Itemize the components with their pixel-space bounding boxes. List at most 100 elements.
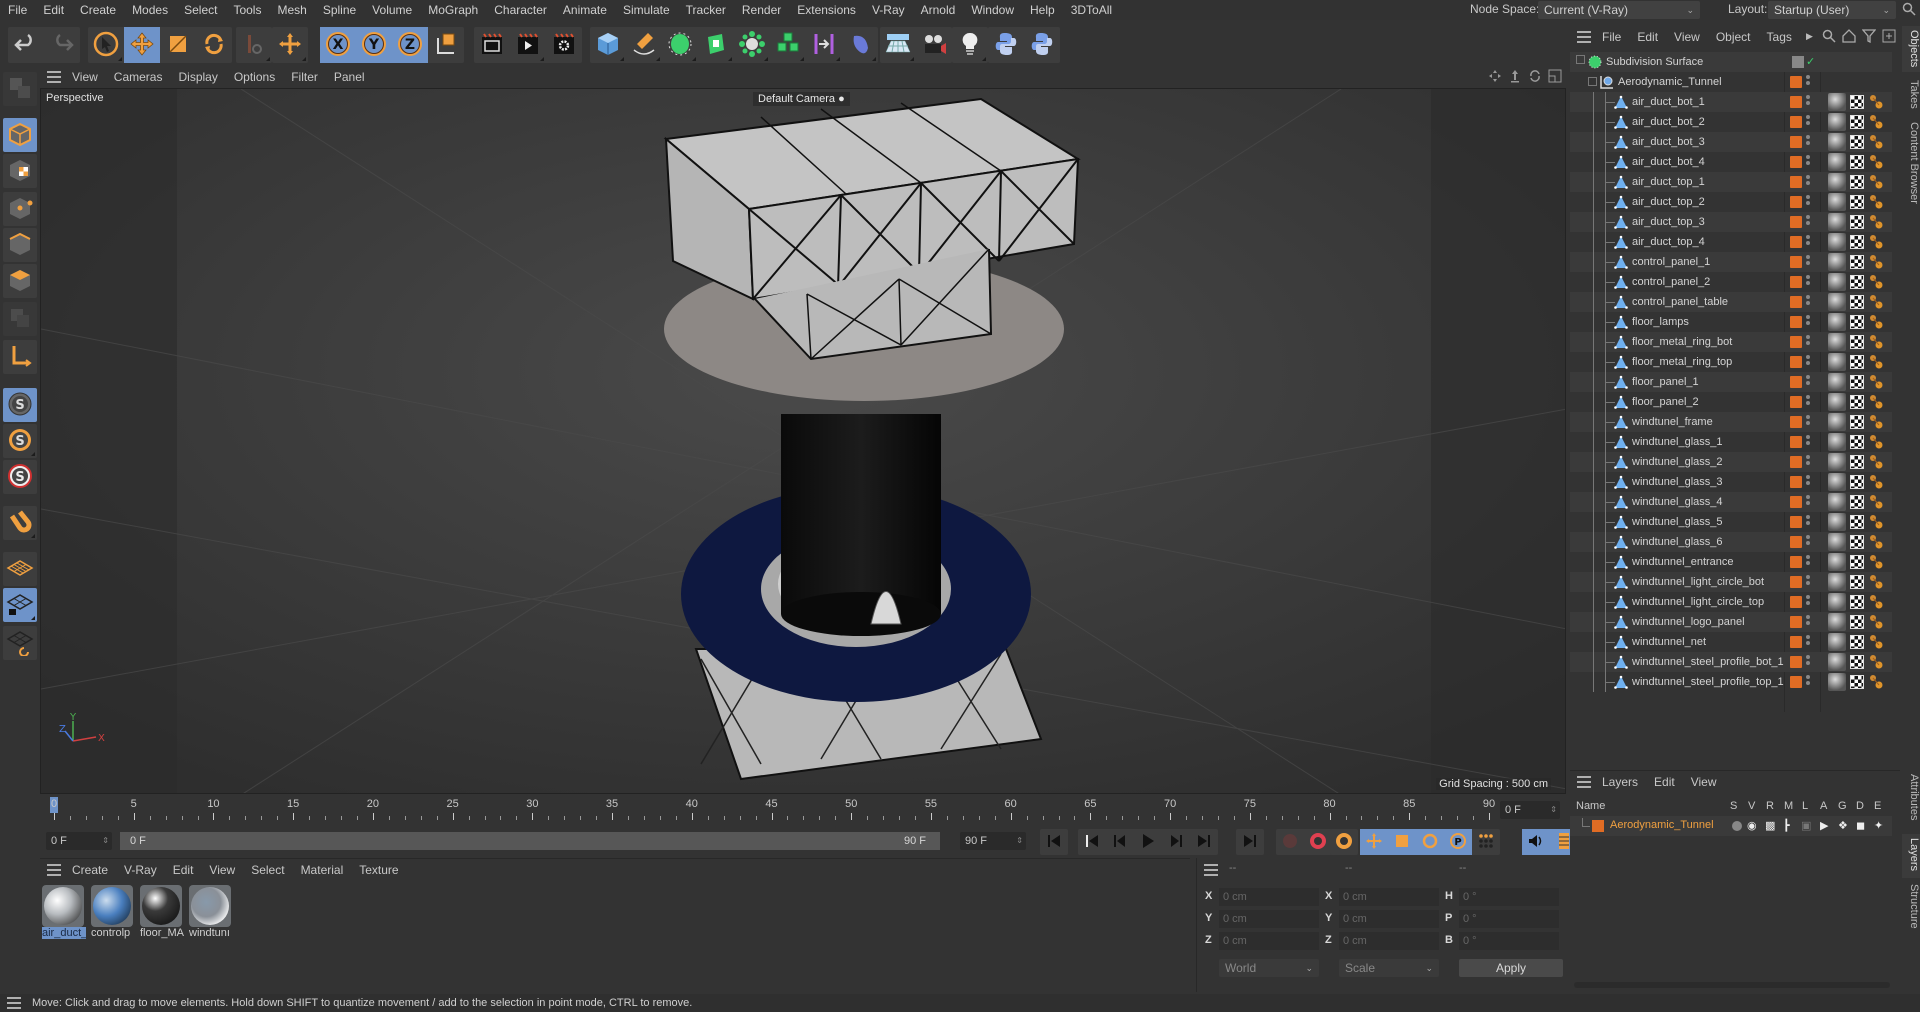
live-selection-button[interactable] [88,27,124,63]
layer-color-swatch[interactable] [1790,136,1802,148]
points-mode-button[interactable] [3,192,37,226]
visibility-dots[interactable] [1806,415,1810,429]
layer-color-swatch[interactable] [1790,76,1802,88]
visibility-dots[interactable] [1806,215,1810,229]
phong-tag-icon[interactable] [1868,394,1884,410]
record-keys-button[interactable] [1276,829,1304,855]
layer-color-swatch[interactable] [1790,276,1802,288]
keyframe-selection-button[interactable] [1330,829,1358,855]
prev-frame-button[interactable] [1106,829,1134,855]
phong-tag-icon[interactable] [1868,474,1884,490]
z-axis-button[interactable]: Z [392,27,428,63]
menu-spline[interactable]: Spline [315,0,364,20]
render-settings-button[interactable] [546,27,582,63]
lock-icon[interactable]: ▣ [1801,819,1811,832]
viewport-menu-options[interactable]: Options [226,70,283,84]
phong-tag-icon[interactable] [1868,634,1884,650]
subdivision-button[interactable] [662,27,698,63]
object-row[interactable]: windtunnel_net [1570,632,1892,652]
phong-tag-icon[interactable] [1868,454,1884,470]
viewport-menu-icon[interactable] [44,67,64,87]
object-row[interactable]: floor_metal_ring_bot [1570,332,1892,352]
visibility-dots[interactable] [1806,195,1810,209]
menu-vray[interactable]: V-Ray [864,0,913,20]
key-parameter-button[interactable]: P [1444,829,1472,855]
home-icon[interactable] [1842,29,1856,46]
layer-color-swatch[interactable] [1790,156,1802,168]
phong-tag-icon[interactable] [1868,294,1884,310]
size-y-field[interactable]: 0 cm [1339,910,1439,928]
layer-color-swatch[interactable] [1790,256,1802,268]
uvw-tag-icon[interactable] [1850,655,1864,669]
timeline-ruler[interactable]: 0 5 10 15 20 25 30 35 40 45 50 55 60 65 70 75 80 85 90 [40,794,1566,824]
menu-tracker[interactable]: Tracker [678,0,734,20]
material-tag-icon[interactable] [1828,333,1846,351]
material-tag-icon[interactable] [1828,573,1846,591]
visibility-dots[interactable] [1806,435,1810,449]
object-row[interactable]: windtunel_glass_5 [1570,512,1892,532]
phong-tag-icon[interactable] [1868,354,1884,370]
snap-button[interactable]: S [3,388,37,422]
material-tag-icon[interactable] [1828,173,1846,191]
camera-label[interactable]: Default Camera ● [753,92,850,106]
material-menu-texture[interactable]: Texture [351,863,406,877]
coordinate-space-dropdown[interactable]: World ⌄ [1219,959,1319,977]
material-tag-icon[interactable] [1828,513,1846,531]
visibility-dots[interactable] [1806,135,1810,149]
object-row[interactable]: control_panel_table [1570,292,1892,312]
coordinate-mode-dropdown[interactable]: Scale ⌄ [1339,959,1439,977]
material-tag-icon[interactable] [1828,413,1846,431]
layer-horizontal-scrollbar[interactable] [1574,982,1890,988]
uvw-tag-icon[interactable] [1850,95,1864,109]
phong-tag-icon[interactable] [1868,214,1884,230]
size-x-field[interactable]: 0 cm [1339,888,1439,906]
uvw-tag-icon[interactable] [1850,255,1864,269]
material-menu-icon[interactable] [44,860,64,880]
phong-tag-icon[interactable] [1868,654,1884,670]
object-menu-tags[interactable]: Tags [1759,30,1800,44]
visibility-dots[interactable] [1806,255,1810,269]
layer-color-swatch[interactable] [1790,296,1802,308]
visibility-dots[interactable] [1806,515,1810,529]
material-menu-vray[interactable]: V-Ray [116,863,165,877]
expressions-python-icon[interactable]: ✦ [1874,819,1883,832]
object-row[interactable]: floor_panel_2 [1570,392,1892,412]
uvw-tag-icon[interactable] [1850,215,1864,229]
new-window-icon[interactable] [1882,29,1896,46]
uvw-tag-icon[interactable] [1850,595,1864,609]
object-row[interactable]: windtunnel_light_circle_top [1570,592,1892,612]
uvw-tag-icon[interactable] [1850,495,1864,509]
symmetry-s-button[interactable]: S [3,460,37,494]
viewport-menu-panel[interactable]: Panel [326,70,373,84]
array-button[interactable] [770,27,806,63]
pan-view-icon[interactable] [1488,69,1502,86]
menu-extensions[interactable]: Extensions [789,0,864,20]
generators-icon[interactable]: ❖ [1838,819,1848,832]
undo-button[interactable] [8,27,44,63]
layer-row[interactable]: Aerodynamic_Tunnel ◉ ▩ ┣ ▣ ▶ ❖ ◼ ✦ [1570,816,1892,836]
visibility-dots[interactable] [1806,575,1810,589]
visibility-dots[interactable] [1806,555,1810,569]
layer-color-swatch[interactable] [1790,356,1802,368]
material-tag-icon[interactable] [1828,293,1846,311]
phong-tag-icon[interactable] [1868,514,1884,530]
menu-select[interactable]: Select [176,0,225,20]
material-tag-icon[interactable] [1828,133,1846,151]
menu-edit[interactable]: Edit [35,0,72,20]
menu-create[interactable]: Create [72,0,124,20]
object-row[interactable]: windtunel_glass_4 [1570,492,1892,512]
tab-attributes[interactable]: Attributes [1902,770,1920,830]
visibility-dots[interactable] [1806,615,1810,629]
manager-hierarchy-icon[interactable]: ┣ [1783,819,1790,832]
recent-tool-button[interactable] [236,27,272,63]
layer-color-swatch[interactable] [1790,456,1802,468]
phong-tag-icon[interactable] [1868,194,1884,210]
object-row[interactable]: air_duct_bot_3 [1570,132,1892,152]
layout-dropdown[interactable]: Startup (User) ⌄ [1768,1,1896,19]
frame-range-slider[interactable]: 0 F 90 F [120,832,940,850]
solo-toggle[interactable] [1732,821,1742,831]
phong-tag-icon[interactable] [1868,134,1884,150]
menu-render[interactable]: Render [734,0,789,20]
tab-objects[interactable]: Objects [1902,26,1920,72]
uvw-tag-icon[interactable] [1850,455,1864,469]
